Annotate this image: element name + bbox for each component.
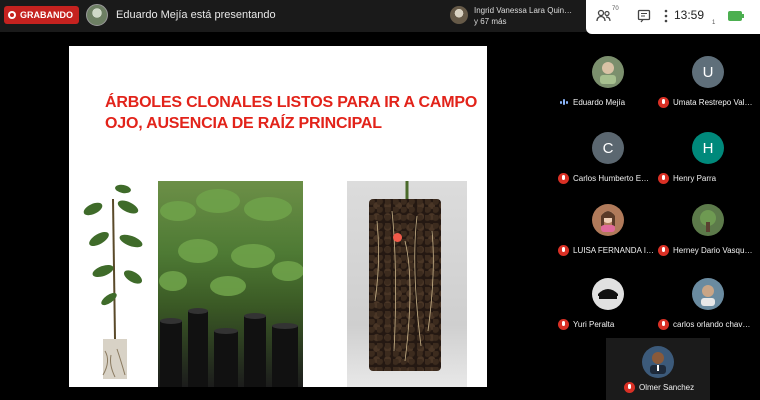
- participants-summary-name: Ingrid Vanessa Lara Quin…: [474, 6, 573, 15]
- mic-off-icon: [658, 96, 669, 108]
- speaking-icon: [558, 97, 569, 108]
- meeting-window: GRABANDO Eduardo Mejía está presentando …: [0, 0, 760, 400]
- participant-name-row: Henry Parra: [658, 172, 758, 184]
- slide-title: ÁRBOLES CLONALES LISTOS PARA IR A CAMPO …: [105, 92, 485, 134]
- participant-tile[interactable]: H Henry Parra: [658, 124, 758, 190]
- presenter-avatar: [86, 4, 108, 26]
- mic-off-icon: [658, 318, 669, 330]
- participant-name: Herney Dario Vasqu…: [673, 245, 753, 255]
- participant-name-row: carlos orlando chav…: [658, 318, 758, 330]
- root-plug-photo: [347, 181, 467, 387]
- battery-icon: [726, 6, 746, 26]
- slide-title-line-2: OJO, AUSENCIA DE RAÍZ PRINCIPAL: [105, 115, 382, 132]
- laser-pointer: [393, 233, 402, 242]
- participant-name-row: Carlos Humberto E…: [558, 172, 658, 184]
- avatar: [692, 278, 724, 310]
- mic-off-icon: [558, 318, 569, 330]
- avatar: [592, 204, 624, 236]
- participants-summary[interactable]: Ingrid Vanessa Lara Quin… y 67 más: [446, 3, 584, 29]
- mic-off-icon: [558, 172, 569, 184]
- participant-name-row: Yuri Peralta: [558, 318, 658, 330]
- participant-name: Carlos Humberto E…: [573, 173, 650, 183]
- participant-tile[interactable]: carlos orlando chav…: [658, 270, 758, 336]
- participant-tile[interactable]: C Carlos Humberto E…: [558, 124, 658, 190]
- people-icon[interactable]: [594, 6, 614, 26]
- participant-name: Yuri Peralta: [573, 319, 615, 329]
- recording-label: GRABANDO: [20, 10, 73, 20]
- mic-off-icon: [624, 382, 635, 393]
- avatar: [592, 278, 624, 310]
- avatar: H: [692, 132, 724, 164]
- participant-tile[interactable]: Herney Dario Vasqu…: [658, 196, 758, 262]
- people-count: 70: [612, 6, 619, 12]
- avatar: [642, 346, 674, 378]
- avatar: C: [592, 132, 624, 164]
- participant-name: Umata Restrepo Val…: [673, 97, 753, 107]
- more-icon[interactable]: [656, 6, 676, 26]
- presentation-slide: ÁRBOLES CLONALES LISTOS PARA IR A CAMPO …: [69, 46, 487, 387]
- participant-name-row: Olmer Sanchez: [624, 382, 709, 393]
- clock-time: 13:59: [674, 8, 705, 22]
- mic-off-icon: [558, 244, 569, 256]
- recording-badge[interactable]: GRABANDO: [4, 6, 79, 24]
- presenter-status: Eduardo Mejía está presentando: [116, 9, 276, 21]
- tiny-indicator: 1: [712, 20, 716, 26]
- slide-title-line-1: ÁRBOLES CLONALES LISTOS PARA IR A CAMPO: [105, 94, 478, 111]
- nursery-photo: [158, 181, 303, 387]
- participant-tile[interactable]: U Umata Restrepo Val…: [658, 48, 758, 114]
- seedling-photo: [73, 179, 149, 387]
- top-bar: GRABANDO Eduardo Mejía está presentando …: [0, 0, 760, 34]
- record-icon: [8, 11, 16, 19]
- mic-off-icon: [658, 172, 669, 184]
- participant-name-row: LUISA FERNANDA I…: [558, 244, 658, 256]
- avatar: U: [692, 56, 724, 88]
- participant-avatar: [450, 6, 468, 24]
- participants-summary-count: y 67 más: [474, 17, 507, 26]
- mic-off-icon: [658, 244, 669, 256]
- avatar: [592, 56, 624, 88]
- avatar: [692, 204, 724, 236]
- participant-tile[interactable]: LUISA FERNANDA I…: [558, 196, 658, 262]
- participant-name: carlos orlando chav…: [673, 319, 751, 329]
- participant-name: Eduardo Mejía: [573, 97, 626, 107]
- top-right-controls: 70 13:59 1: [586, 0, 760, 34]
- participant-name: Henry Parra: [673, 173, 717, 183]
- participant-name-row: Eduardo Mejía: [558, 96, 658, 108]
- participant-name-row: Umata Restrepo Val…: [658, 96, 758, 108]
- participant-name-row: Herney Dario Vasqu…: [658, 244, 758, 256]
- participant-name: LUISA FERNANDA I…: [573, 245, 654, 255]
- participant-tile[interactable]: Yuri Peralta: [558, 270, 658, 336]
- participant-tile[interactable]: Olmer Sanchez: [606, 338, 710, 400]
- participant-tile[interactable]: Eduardo Mejía: [558, 48, 658, 114]
- participant-name: Olmer Sanchez: [639, 383, 695, 392]
- chat-icon[interactable]: [634, 6, 654, 26]
